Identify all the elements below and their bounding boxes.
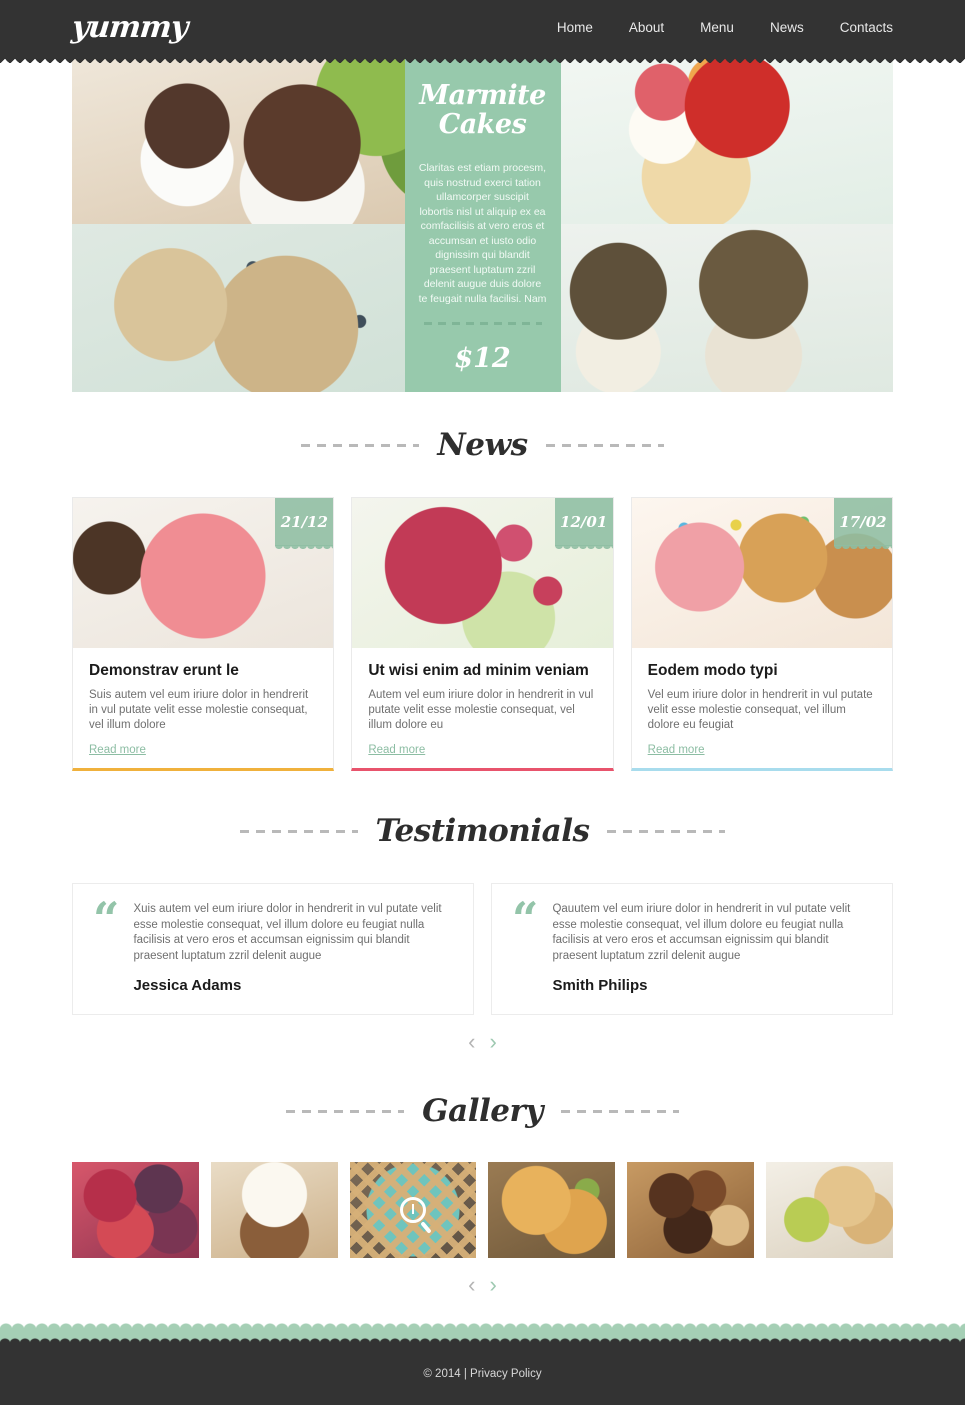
site-footer: © 2014 | Privacy Policy xyxy=(0,1337,965,1405)
testimonial-text: Xuis autem vel eum iriure dolor in hendr… xyxy=(133,903,442,962)
news-thumbnail[interactable]: 21/12 xyxy=(73,498,334,648)
testimonial-list: “ Xuis autem vel eum iriure dolor in hen… xyxy=(72,883,893,1015)
news-card-title[interactable]: Demonstrav erunt le xyxy=(89,662,317,680)
hero-banner: Marmite Cakes Claritas est etiam procesm… xyxy=(72,55,893,392)
testimonials-heading: Testimonials xyxy=(72,813,893,849)
gallery-thumbnail-crumble-muffins[interactable] xyxy=(766,1162,893,1258)
news-card-body: Eodem modo typi Vel eum iriure dolor in … xyxy=(632,648,892,768)
news-heading-text: News xyxy=(437,427,528,463)
header-scallop-edge xyxy=(0,54,965,63)
gallery-thumbnail-frozen-berries[interactable] xyxy=(72,1162,199,1258)
dashed-rule-right xyxy=(607,829,726,833)
gallery-thumbnail-baked-pastries[interactable] xyxy=(488,1162,616,1258)
news-thumbnail[interactable]: 17/02 xyxy=(631,498,892,648)
gallery-heading-text: Gallery xyxy=(422,1093,543,1129)
site-footer-wrapper: © 2014 | Privacy Policy xyxy=(0,1322,965,1405)
gallery-thumbnail-chocolate-assortment[interactable] xyxy=(627,1162,755,1258)
chevron-left-icon[interactable]: ‹ xyxy=(468,1031,475,1053)
nav-item-home[interactable]: Home xyxy=(557,20,593,35)
zoom-overlay[interactable] xyxy=(350,1162,477,1258)
news-card[interactable]: 21/12 Demonstrav erunt le Suis autem vel… xyxy=(72,497,335,771)
news-heading: News xyxy=(72,427,893,463)
news-card-body: Ut wisi enim ad minim veniam Autem vel e… xyxy=(352,648,612,768)
news-thumbnail[interactable]: 12/01 xyxy=(352,498,613,648)
dashed-rule-left xyxy=(286,1109,405,1113)
hero-title-line1: Marmite xyxy=(419,80,546,111)
testimonials-heading-text: Testimonials xyxy=(375,813,590,849)
news-date-badge: 21/12 xyxy=(275,498,334,552)
footer-copyright: © 2014 | Privacy Policy xyxy=(423,1368,541,1380)
news-card-text: Vel eum iriure dolor in hendrerit in vul… xyxy=(647,689,873,731)
gallery-section: Gallery ‹ › xyxy=(72,1053,893,1296)
hero-title-line2: Cakes xyxy=(438,109,527,140)
privacy-policy-link[interactable]: Privacy Policy xyxy=(470,1368,542,1380)
hero-divider xyxy=(423,322,542,325)
quote-icon: “ xyxy=(512,892,539,946)
dashed-rule-right xyxy=(545,443,664,447)
nav-item-about[interactable]: About xyxy=(629,20,664,35)
news-section: News 21/12 Demonstrav erunt le Suis aute… xyxy=(72,392,893,771)
nav-item-news[interactable]: News xyxy=(770,20,804,35)
read-more-link[interactable]: Read more xyxy=(648,744,705,756)
testimonials-carousel-controls: ‹ › xyxy=(72,1031,893,1053)
testimonial-author: Smith Philips xyxy=(552,977,648,994)
read-more-link[interactable]: Read more xyxy=(368,744,425,756)
quote-icon: “ xyxy=(93,892,120,946)
dashed-rule-right xyxy=(560,1109,679,1113)
news-card[interactable]: 12/01 Ut wisi enim ad minim veniam Autem… xyxy=(351,497,614,771)
site-logo[interactable]: yummy xyxy=(70,10,189,45)
hero-offer-panel: Marmite Cakes Claritas est etiam procesm… xyxy=(404,55,561,392)
hero-description: Claritas est etiam procesm, quis nostrud… xyxy=(418,162,547,305)
testimonials-section: Testimonials “ Xuis autem vel eum iriure… xyxy=(72,771,893,1053)
nav-item-menu[interactable]: Menu xyxy=(700,20,734,35)
nav-item-contacts[interactable]: Contacts xyxy=(840,20,893,35)
chevron-right-icon[interactable]: › xyxy=(490,1274,497,1296)
news-date-badge: 17/02 xyxy=(833,498,892,552)
testimonial-text: Qauutem vel eum iriure dolor in hendreri… xyxy=(552,903,851,962)
gallery-thumbnail-raspberry-cake[interactable] xyxy=(210,1162,338,1258)
main-navigation: Home About Menu News Contacts xyxy=(557,20,893,35)
news-card-list: 21/12 Demonstrav erunt le Suis autem vel… xyxy=(72,497,893,771)
site-header: yummy Home About Menu News Contacts xyxy=(0,0,965,63)
chevron-right-icon[interactable]: › xyxy=(490,1031,497,1053)
news-card-title[interactable]: Ut wisi enim ad minim veniam xyxy=(368,662,596,680)
magnifier-icon xyxy=(400,1197,427,1223)
news-card[interactable]: 17/02 Eodem modo typi Vel eum iriure dol… xyxy=(630,497,893,771)
read-more-link[interactable]: Read more xyxy=(89,744,146,756)
gallery-thumbnail-lattice-pie[interactable] xyxy=(349,1162,477,1258)
news-card-body: Demonstrav erunt le Suis autem vel eum i… xyxy=(73,648,333,768)
testimonial-card: “ Qauutem vel eum iriure dolor in hendre… xyxy=(491,883,893,1015)
page-root: yummy Home About Menu News Contacts Marm… xyxy=(0,0,965,1405)
dashed-rule-left xyxy=(239,829,358,833)
hero-title: Marmite Cakes xyxy=(419,81,547,139)
news-date-badge: 12/01 xyxy=(554,498,613,552)
news-card-text: Autem vel eum iriure dolor in hendrerit … xyxy=(368,689,594,731)
chevron-left-icon[interactable]: ‹ xyxy=(468,1274,475,1296)
hero-price: $12 xyxy=(454,343,511,374)
news-card-title[interactable]: Eodem modo typi xyxy=(648,662,876,680)
gallery-heading: Gallery xyxy=(72,1093,893,1129)
news-card-text: Suis autem vel eum iriure dolor in hendr… xyxy=(89,689,309,731)
gallery-carousel-controls: ‹ › xyxy=(72,1274,893,1296)
gallery-thumbnail-list xyxy=(72,1162,893,1258)
dashed-rule-left xyxy=(301,443,420,447)
testimonial-author: Jessica Adams xyxy=(133,977,242,994)
copyright-text: © 2014 | xyxy=(423,1368,467,1380)
testimonial-card: “ Xuis autem vel eum iriure dolor in hen… xyxy=(72,883,474,1015)
